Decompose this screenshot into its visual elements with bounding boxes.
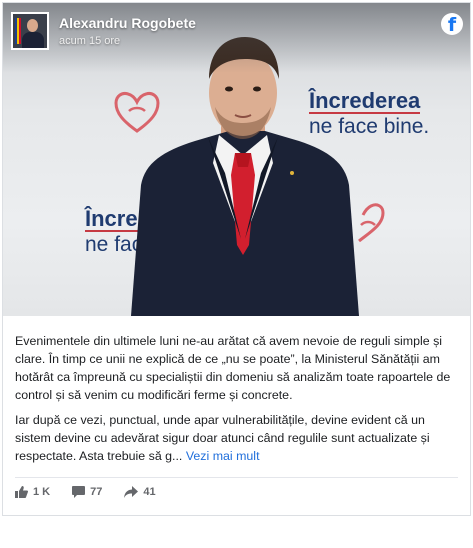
author-name[interactable]: Alexandru Rogobete bbox=[59, 15, 196, 31]
post-text: Evenimentele din ultimele luni ne-au ară… bbox=[3, 316, 470, 465]
post-header: Alexandru Rogobete acum 15 ore bbox=[11, 12, 196, 50]
facebook-icon[interactable]: f bbox=[441, 13, 463, 36]
like-stat[interactable]: 1 K bbox=[15, 486, 50, 498]
author-block: Alexandru Rogobete acum 15 ore bbox=[59, 15, 196, 47]
share-stat[interactable]: 41 bbox=[124, 486, 156, 498]
thumbs-up-icon bbox=[15, 486, 28, 498]
facebook-post-card: Încrederea ne face bine. Încrede ne face bbox=[2, 2, 471, 516]
like-count: 1 K bbox=[33, 486, 51, 498]
comment-stat[interactable]: 77 bbox=[72, 486, 102, 498]
comment-count: 77 bbox=[90, 486, 103, 498]
post-photo[interactable]: Încrederea ne face bine. Încrede ne face bbox=[3, 3, 470, 316]
comment-icon bbox=[72, 486, 86, 498]
post-paragraph-2: Iar după ce vezi, punctual, unde apar vu… bbox=[15, 411, 457, 465]
engagement-stats: 1 K 77 41 bbox=[15, 486, 178, 498]
share-arrow-icon bbox=[124, 486, 139, 498]
divider bbox=[15, 477, 458, 478]
post-paragraph-1: Evenimentele din ultimele luni ne-au ară… bbox=[15, 334, 451, 402]
post-timestamp[interactable]: acum 15 ore bbox=[59, 35, 196, 47]
avatar[interactable] bbox=[11, 12, 49, 50]
see-more-link[interactable]: Vezi mai mult bbox=[186, 449, 260, 463]
share-count: 41 bbox=[143, 486, 156, 498]
